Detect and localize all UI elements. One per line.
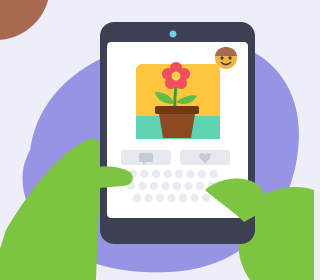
keyboard-key[interactable]	[195, 181, 205, 191]
plant-photo[interactable]	[136, 62, 220, 139]
keyboard-key[interactable]	[163, 169, 172, 179]
illustration-scene	[0, 0, 314, 280]
keyboard-key[interactable]	[172, 181, 182, 191]
keyboard-key[interactable]	[209, 169, 218, 179]
flower-pot	[159, 114, 195, 138]
keyboard-key[interactable]	[138, 181, 147, 191]
keyboard-key[interactable]	[140, 169, 149, 179]
keyboard-key[interactable]	[174, 169, 184, 179]
like-button[interactable]	[180, 150, 230, 165]
smiling-avatar-icon[interactable]	[215, 47, 237, 69]
keyboard-key[interactable]	[161, 181, 170, 191]
keyboard-key[interactable]	[132, 193, 142, 203]
keyboard-key[interactable]	[197, 169, 207, 179]
keyboard-key[interactable]	[155, 193, 165, 203]
keyboard-key[interactable]	[201, 193, 211, 203]
keyboard-key[interactable]	[144, 193, 153, 203]
keyboard-key[interactable]	[178, 193, 188, 203]
pot-rim	[155, 106, 199, 114]
tablet-illustration	[0, 0, 314, 280]
keyboard-key[interactable]	[190, 193, 199, 203]
comment-button[interactable]	[121, 150, 171, 165]
keyboard-key[interactable]	[186, 169, 195, 179]
corner-decoration	[0, 0, 49, 40]
keyboard-key[interactable]	[184, 181, 193, 191]
camera-dot	[169, 30, 177, 38]
keyboard-key[interactable]	[167, 193, 176, 203]
keyboard-key[interactable]	[149, 181, 159, 191]
keyboard-key[interactable]	[151, 169, 161, 179]
